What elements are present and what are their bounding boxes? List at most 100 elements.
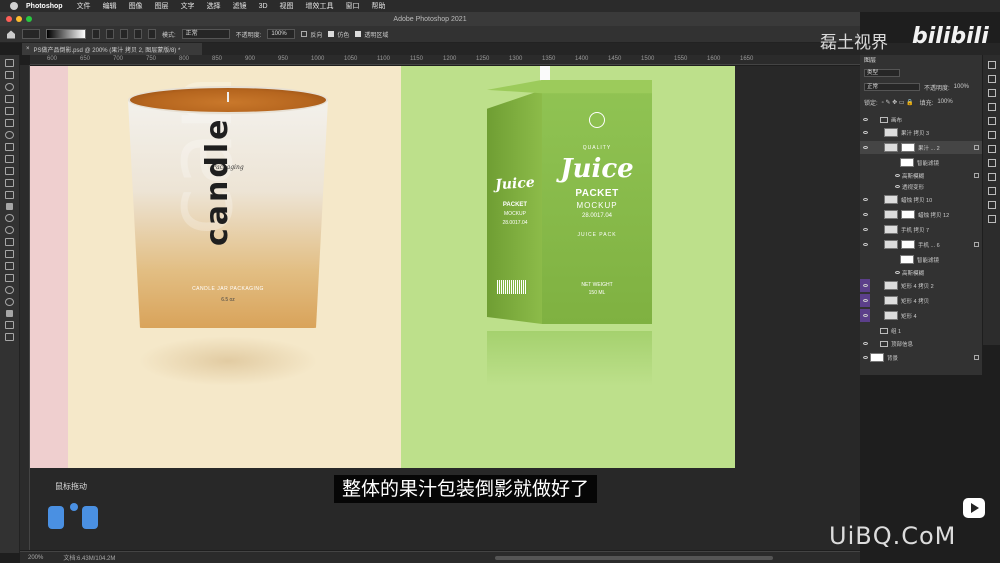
layer-row[interactable]: 高斯模糊 (860, 266, 982, 279)
paths-panel-icon[interactable] (987, 187, 996, 195)
zoom-level[interactable]: 200% (28, 555, 43, 561)
menu-help[interactable]: 帮助 (372, 1, 386, 11)
angle-gradient-button[interactable] (120, 29, 128, 39)
menu-plugins[interactable]: 增效工具 (306, 1, 334, 11)
fill-value[interactable]: 100% (937, 99, 952, 105)
menu-image[interactable]: 图像 (129, 1, 143, 11)
blur-tool-icon[interactable] (5, 214, 14, 222)
diamond-gradient-button[interactable] (148, 29, 156, 39)
brush-settings-icon[interactable] (987, 145, 996, 153)
frame-tool-icon[interactable] (5, 119, 14, 127)
history-panel-icon[interactable] (987, 159, 996, 167)
menu-3d[interactable]: 3D (259, 3, 268, 10)
zoom-tool-icon[interactable] (5, 298, 14, 306)
layer-row[interactable]: 智能滤镜 (860, 253, 982, 266)
layer-row[interactable]: 手机 拷贝 7 (860, 223, 982, 236)
swatches-panel-icon[interactable] (987, 201, 996, 209)
radial-gradient-button[interactable] (106, 29, 114, 39)
reverse-option[interactable]: 反向 (301, 30, 322, 39)
reverse-checkbox[interactable] (301, 31, 308, 37)
blend-mode-select[interactable]: 正常 (864, 83, 920, 91)
layer-row[interactable]: 顶部信息 (860, 337, 982, 350)
transparency-checkbox[interactable] (355, 31, 362, 37)
reflected-gradient-button[interactable] (134, 29, 142, 39)
layer-row[interactable]: 组 1 (860, 324, 982, 337)
layer-row[interactable]: 果汁 拷贝 3 (860, 126, 982, 139)
opacity-field[interactable]: 100% (267, 29, 296, 39)
clone-stamp-tool-icon[interactable] (5, 167, 14, 175)
adjustments-panel-icon[interactable] (987, 89, 996, 97)
layer-row[interactable]: 手机 ... 6 (860, 238, 982, 251)
dither-checkbox[interactable] (328, 31, 335, 37)
crop-tool-icon[interactable] (5, 107, 14, 115)
layer-mask-thumbnail[interactable] (901, 143, 915, 152)
brush-tool-icon[interactable] (5, 155, 14, 163)
tool-preset-picker[interactable] (22, 29, 40, 39)
document-canvas[interactable]: can Packaging candle CANDLE JAR PACKAGIN… (30, 66, 735, 468)
screen-mode-icon[interactable] (5, 333, 14, 341)
lasso-tool-icon[interactable] (5, 83, 14, 91)
menu-layer[interactable]: 图层 (155, 1, 169, 11)
layer-row[interactable]: 蜡烛 拷贝 10 (860, 193, 982, 206)
horizontal-scrollbar[interactable] (495, 556, 773, 560)
paragraph-panel-icon[interactable] (987, 103, 996, 111)
layer-row[interactable]: 蜡烛 拷贝 12 (860, 208, 982, 221)
apple-icon[interactable] (10, 2, 18, 10)
gradient-picker[interactable] (46, 29, 86, 39)
menu-edit[interactable]: 编辑 (103, 1, 117, 11)
close-tab-icon[interactable]: × (26, 46, 30, 52)
healing-brush-tool-icon[interactable] (5, 143, 14, 151)
quick-mask-icon[interactable] (5, 321, 14, 329)
home-icon[interactable] (6, 30, 16, 39)
layer-row[interactable]: 透视变形 (860, 180, 982, 193)
layer-row[interactable]: 智能滤镜 (860, 156, 982, 169)
menu-window[interactable]: 窗口 (346, 1, 360, 11)
layer-row[interactable]: 矩形 4 (860, 309, 982, 322)
gradient-tool-icon[interactable] (6, 203, 13, 210)
eyedropper-tool-icon[interactable] (5, 131, 14, 139)
dither-option[interactable]: 仿色 (328, 30, 349, 39)
channels-panel-icon[interactable] (987, 173, 996, 181)
document-size[interactable]: 文档:6.43M/104.2M (63, 553, 115, 562)
layers-panel-icon[interactable] (987, 61, 996, 69)
menu-type[interactable]: 文字 (181, 1, 195, 11)
play-icon[interactable] (963, 498, 985, 518)
menu-select[interactable]: 选择 (207, 1, 221, 11)
quick-select-tool-icon[interactable] (5, 95, 14, 103)
properties-panel-icon[interactable] (987, 75, 996, 83)
mode-select[interactable]: 正常 (181, 29, 230, 39)
transparency-option[interactable]: 透明区域 (355, 30, 388, 39)
path-select-tool-icon[interactable] (5, 262, 14, 270)
menu-file[interactable]: 文件 (77, 1, 91, 11)
history-brush-tool-icon[interactable] (5, 179, 14, 187)
foreground-color-swatch[interactable] (6, 310, 13, 317)
filter-options-icon[interactable] (974, 173, 979, 178)
play-action-icon[interactable] (987, 131, 996, 139)
marquee-tool-icon[interactable] (5, 71, 14, 79)
character-panel-icon[interactable] (987, 117, 996, 125)
layer-row[interactable]: 画布 (860, 113, 982, 126)
menu-filter[interactable]: 滤镜 (233, 1, 247, 11)
eraser-tool-icon[interactable] (5, 191, 14, 199)
layer-row[interactable]: 背景 (860, 351, 982, 364)
document-tab[interactable]: × PS做产品倒影.psd @ 200% (果汁 拷贝 2, 图层蒙版/8) * (22, 43, 202, 55)
pen-tool-icon[interactable] (5, 238, 14, 246)
layer-row-selected[interactable]: 果汁 ... 2 (860, 141, 982, 154)
menu-view[interactable]: 视图 (280, 1, 294, 11)
layer-row[interactable]: 矩形 4 拷贝 2 (860, 279, 982, 292)
layer-opacity-value[interactable]: 100% (954, 84, 969, 90)
layer-mask-thumbnail[interactable] (901, 210, 915, 219)
menu-app-name[interactable]: Photoshop (26, 3, 63, 10)
layer-row[interactable]: 矩形 4 拷贝 (860, 294, 982, 307)
layer-mask-thumbnail[interactable] (901, 240, 915, 249)
dodge-tool-icon[interactable] (5, 226, 14, 234)
rectangle-tool-icon[interactable] (5, 274, 14, 282)
libraries-panel-icon[interactable] (987, 215, 996, 223)
layers-panel-title[interactable]: 图层 (864, 55, 876, 64)
type-tool-icon[interactable] (5, 250, 14, 258)
move-tool-icon[interactable] (5, 59, 14, 67)
linear-gradient-button[interactable] (92, 29, 100, 39)
layer-filter-select[interactable]: 类型 (864, 69, 900, 77)
lock-icons[interactable]: ▫ ✎ ✥ ▭ 🔒 (882, 99, 916, 106)
hand-tool-icon[interactable] (5, 286, 14, 294)
